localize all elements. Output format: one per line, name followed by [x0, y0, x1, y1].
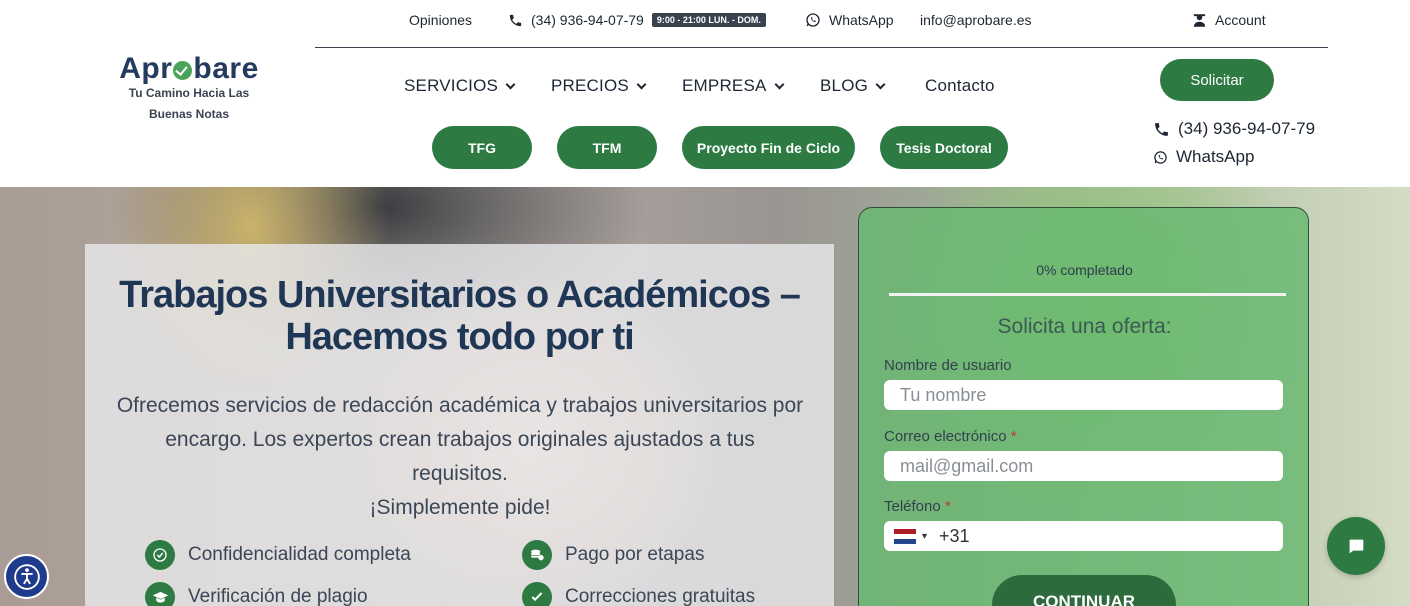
account-label: Account	[1215, 12, 1266, 28]
hero-title-line-1: Trabajos Universitarios o Académicos –	[119, 274, 801, 316]
hero-title: Trabajos Universitarios o Académicos – H…	[85, 274, 834, 358]
quote-form: 0% completado Solicita una oferta: Nombr…	[858, 207, 1309, 606]
topbar-whatsapp-label: WhatsApp	[829, 12, 894, 28]
logo-word-start: Apr	[119, 52, 173, 85]
name-input[interactable]: Tu nombre	[884, 380, 1283, 410]
continue-button[interactable]: CONTINUAR	[992, 575, 1176, 606]
netherlands-flag-icon[interactable]	[894, 528, 916, 544]
hero-panel: Trabajos Universitarios o Académicos – H…	[85, 244, 834, 606]
email-label-text: Correo electrónico	[884, 428, 1007, 445]
name-label-text: Nombre de usuario	[884, 357, 1012, 374]
phone-input[interactable]: ▾ +31	[884, 521, 1283, 551]
reviews-link-label: Opiniones	[409, 12, 473, 28]
side-whatsapp-label: WhatsApp	[1176, 147, 1255, 166]
account-icon	[1192, 13, 1207, 28]
hero-desc-line-2: encargo. Los expertos crean trabajos ori…	[165, 428, 755, 485]
logo-check-icon	[173, 61, 193, 80]
name-input-placeholder: Tu nombre	[900, 384, 987, 405]
phone-icon	[1153, 121, 1170, 138]
top-bar: Opiniones (34) 936-94-07-79 9:00 - 21:00…	[315, 0, 1328, 48]
phone-label: Teléfono *	[884, 498, 951, 515]
nav-precios-label: PRECIOS	[551, 76, 629, 95]
check-icon	[522, 582, 552, 606]
feature-item: Verificación de plagio	[145, 582, 368, 606]
chevron-down-icon	[636, 79, 647, 89]
progress-bar	[889, 293, 1286, 296]
logo-tagline-1: Tu Camino Hacia Las	[128, 86, 250, 100]
feature-item: Confidencialidad completa	[145, 540, 411, 570]
progress-text: 0% completado	[1036, 262, 1133, 278]
reviews-link[interactable]: Opiniones	[409, 12, 472, 28]
logo-word-end: bare	[193, 52, 259, 85]
coins-icon	[522, 540, 552, 570]
feature-label: Verificación de plagio	[188, 586, 368, 606]
nav-empresa-label: EMPRESA	[682, 76, 767, 95]
pill-proyecto-fin-de-ciclo[interactable]: Proyecto Fin de Ciclo	[682, 126, 855, 169]
nav-contacto-label: Contacto	[925, 76, 995, 95]
account-link[interactable]: Account	[1192, 12, 1266, 28]
accessibility-button[interactable]	[4, 554, 49, 599]
feature-label: Correcciones gratuitas	[565, 586, 756, 606]
topbar-email-label: info@aprobare.es	[920, 12, 1032, 28]
whatsapp-icon	[1153, 150, 1168, 165]
accessibility-icon	[12, 562, 42, 592]
chevron-down-icon[interactable]: ▾	[922, 531, 927, 542]
check-icon	[145, 540, 175, 570]
chevron-down-icon	[505, 79, 516, 89]
nav-contacto[interactable]: Contacto	[925, 76, 995, 96]
nav-precios[interactable]: PRECIOS	[551, 76, 647, 96]
email-input[interactable]: mail@gmail.com	[884, 451, 1283, 481]
hero-section: Trabajos Universitarios o Académicos – H…	[0, 187, 1410, 606]
topbar-phone-link[interactable]: (34) 936-94-07-79 9:00 - 21:00 LUN. - DO…	[508, 12, 766, 28]
topbar-email-link[interactable]: info@aprobare.es	[920, 12, 1032, 28]
solicitar-button[interactable]: Solicitar	[1160, 59, 1274, 101]
email-label: Correo electrónico *	[884, 428, 1017, 445]
phone-icon	[508, 13, 523, 28]
feature-label: Confidencialidad completa	[188, 544, 411, 565]
hours-badge: 9:00 - 21:00 LUN. - DOM.	[651, 13, 766, 27]
feature-item: Pago por etapas	[522, 540, 704, 570]
chat-icon	[1345, 535, 1367, 557]
topbar-whatsapp-link[interactable]: WhatsApp	[805, 12, 894, 28]
topbar-phone-number: (34) 936-94-07-79	[531, 12, 644, 28]
graduation-cap-icon	[145, 582, 175, 606]
chevron-down-icon	[875, 79, 886, 89]
email-input-placeholder: mail@gmail.com	[900, 455, 1034, 476]
whatsapp-icon	[805, 12, 821, 28]
pill-tfg[interactable]: TFG	[432, 126, 532, 169]
required-mark: *	[1010, 428, 1017, 445]
nav-servicios[interactable]: SERVICIOS	[404, 76, 516, 96]
pill-tfm[interactable]: TFM	[557, 126, 657, 169]
hero-desc-line-1: Ofrecemos servicios de redacción académi…	[116, 394, 804, 417]
logo-wordmark: Apr bare	[118, 52, 260, 86]
feature-label: Pago por etapas	[565, 544, 705, 565]
hero-desc-line-3: ¡Simplemente pide!	[369, 496, 551, 519]
side-whatsapp-link[interactable]: WhatsApp	[1153, 147, 1254, 167]
required-mark: *	[944, 498, 951, 515]
side-phone-number: (34) 936-94-07-79	[1178, 119, 1316, 138]
phone-input-value: +31	[939, 525, 970, 546]
feature-item: Correcciones gratuitas	[522, 582, 755, 606]
phone-label-text: Teléfono	[884, 498, 941, 515]
pill-tesis-doctoral[interactable]: Tesis Doctoral	[880, 126, 1008, 169]
hero-description: Ofrecemos servicios de redacción académi…	[115, 389, 805, 525]
chevron-down-icon	[774, 79, 784, 89]
logo-tagline-2: Buenas Notas	[148, 107, 230, 121]
nav-blog-label: BLOG	[820, 76, 869, 95]
chat-button[interactable]	[1327, 517, 1385, 575]
form-title: Solicita una oferta:	[997, 315, 1172, 338]
name-label: Nombre de usuario	[884, 357, 1012, 374]
nav-servicios-label: SERVICIOS	[404, 76, 499, 95]
nav-blog[interactable]: BLOG	[820, 76, 886, 96]
nav-empresa[interactable]: EMPRESA	[682, 76, 784, 96]
logo[interactable]: Apr bare Tu Camino Hacia Las Buenas Notas	[118, 52, 260, 125]
side-phone-link[interactable]: (34) 936-94-07-79	[1153, 119, 1315, 139]
hero-title-line-2: Hacemos todo por ti	[285, 316, 634, 358]
